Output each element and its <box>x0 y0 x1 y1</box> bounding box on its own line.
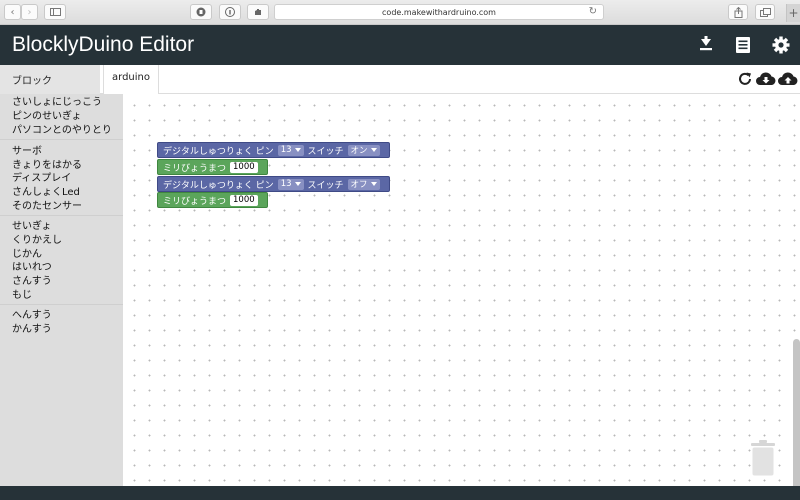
url-text: code.makewithardruino.com <box>382 7 496 17</box>
toolbox-separator <box>0 139 123 140</box>
hand-icon <box>255 9 261 15</box>
category-servo[interactable]: サーボ <box>12 145 42 158</box>
cloud-download-icon[interactable] <box>755 70 777 88</box>
reload-icon[interactable]: ↻ <box>589 6 597 17</box>
tab-arduino[interactable]: arduino <box>103 65 159 94</box>
category-text[interactable]: もじ <box>12 289 32 302</box>
tab-bar: ブロック arduino <box>0 65 800 94</box>
category-variables[interactable]: へんすう <box>12 309 52 322</box>
tabs-overview-button[interactable] <box>755 4 775 20</box>
block-label: デジタルしゅつりょく ピン <box>163 180 274 191</box>
category-arrays[interactable]: はいれつ <box>12 261 52 274</box>
cloud-upload-icon[interactable] <box>777 70 799 88</box>
refresh-icon[interactable] <box>736 70 754 88</box>
ghost-icon <box>196 7 206 17</box>
category-display[interactable]: ディスプレイ <box>12 172 71 185</box>
download-icon[interactable] <box>696 35 716 55</box>
category-loops[interactable]: くりかえし <box>12 234 62 247</box>
switch-label: スイッチ <box>307 146 344 157</box>
category-pin-control[interactable]: ピンのせいぎょ <box>12 110 82 123</box>
dropdown-arrow-icon <box>294 182 301 186</box>
share-button[interactable] <box>728 4 748 20</box>
app-header: BlocklyDuino Editor <box>0 25 800 65</box>
reader-extension-button[interactable] <box>219 4 241 20</box>
category-setup[interactable]: さいしょにじっこう <box>12 96 102 109</box>
ghostery-extension-button[interactable] <box>190 4 212 20</box>
block-label: ミリびょうまつ <box>163 196 227 207</box>
category-time[interactable]: じかん <box>12 248 42 261</box>
info-icon <box>225 7 235 17</box>
chevron-right-icon: › <box>27 6 32 18</box>
browser-toolbar: ‹ › code.makewithardruino.com ↻ + <box>0 0 800 25</box>
address-bar[interactable]: code.makewithardruino.com ↻ <box>274 4 604 20</box>
state-dropdown[interactable]: オフ <box>347 178 380 190</box>
dropdown-arrow-icon <box>294 148 301 152</box>
delay-value-field[interactable]: 1000 <box>230 161 258 173</box>
digital-write-block-off[interactable]: デジタルしゅつりょく ピン 13 スイッチ オフ <box>157 176 390 192</box>
pin-dropdown[interactable]: 13 <box>277 144 304 156</box>
delay-block[interactable]: ミリびょうまつ 1000 <box>157 192 268 208</box>
sidebar-toggle-button[interactable] <box>44 4 66 20</box>
category-other-sensors[interactable]: そのたセンサー <box>12 200 82 213</box>
toolbox-separator <box>0 304 123 305</box>
dropdown-arrow-icon <box>370 148 377 152</box>
category-functions[interactable]: かんすう <box>12 323 52 336</box>
chevron-left-icon: ‹ <box>10 6 15 18</box>
share-icon <box>734 6 742 18</box>
block-label: デジタルしゅつりょく ピン <box>163 146 274 157</box>
category-rgb-led[interactable]: さんしょくLed <box>12 186 80 199</box>
block-toolbox: さいしょにじっこう ピンのせいぎょ パソコンとのやりとり サーボ きょりをはかる… <box>0 94 123 486</box>
list-icon[interactable] <box>733 35 753 55</box>
category-serial[interactable]: パソコンとのやりとり <box>12 124 112 137</box>
new-tab-button[interactable]: + <box>786 4 800 22</box>
delay-value-field[interactable]: 1000 <box>230 194 258 206</box>
back-button[interactable]: ‹ <box>4 4 21 20</box>
category-distance[interactable]: きょりをはかる <box>12 159 82 172</box>
switch-label: スイッチ <box>307 180 344 191</box>
category-control[interactable]: せいぎょ <box>12 220 52 233</box>
delay-block[interactable]: ミリびょうまつ 1000 <box>157 159 268 175</box>
bottom-bar <box>0 486 800 500</box>
tabs-icon <box>759 7 771 17</box>
block-label: ミリびょうまつ <box>163 163 227 174</box>
sidebar-icon <box>49 8 61 16</box>
forward-button[interactable]: › <box>21 4 38 20</box>
workspace-scrollbar[interactable] <box>793 339 800 499</box>
toolbox-separator <box>0 215 123 216</box>
digital-write-block-on[interactable]: デジタルしゅつりょく ピン 13 スイッチ オン <box>157 142 390 158</box>
pin-dropdown[interactable]: 13 <box>277 178 304 190</box>
stamp-extension-button[interactable] <box>247 4 269 20</box>
app-title: BlocklyDuino Editor <box>12 33 195 56</box>
state-dropdown[interactable]: オン <box>347 144 380 156</box>
trash-icon[interactable] <box>750 440 776 476</box>
settings-icon[interactable] <box>771 35 791 55</box>
dropdown-arrow-icon <box>370 182 377 186</box>
tab-blocks[interactable]: ブロック <box>0 65 100 94</box>
category-math[interactable]: さんすう <box>12 275 52 288</box>
